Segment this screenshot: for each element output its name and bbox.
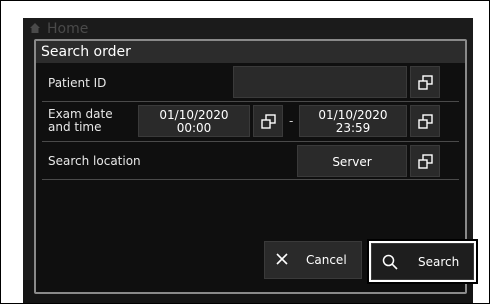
dialog-title: Search order [36, 41, 465, 63]
search-location-field[interactable]: Server [297, 145, 407, 177]
patient-id-row: Patient ID [42, 65, 459, 102]
patient-id-picker-button[interactable] [410, 66, 440, 98]
figure-frame: Home lever Search order Patient ID [0, 0, 490, 304]
patient-id-label: Patient ID [48, 76, 107, 90]
date-range-separator: - [289, 114, 294, 128]
search-location-row: Search location Server [42, 143, 459, 180]
home-label: Home [47, 21, 89, 37]
exam-date-to-time: 23:59 [335, 121, 371, 135]
exam-date-label-line2: and time [48, 120, 102, 134]
exam-date-from-field[interactable]: 01/10/2020 00:00 [138, 105, 250, 137]
search-location-picker-button[interactable] [410, 145, 440, 177]
cancel-button-label: Cancel [306, 253, 347, 267]
search-button-label: Search [418, 255, 460, 269]
background-header: Home [23, 18, 473, 40]
exam-date-to-picker-button[interactable] [410, 105, 440, 137]
exam-date-row: Exam date and time 01/10/2020 00:00 - 01… [42, 103, 459, 142]
exam-date-to-field[interactable]: 01/10/2020 23:59 [299, 105, 407, 137]
exam-date-from-time: 00:00 [176, 121, 212, 135]
window-popup-icon [417, 153, 433, 169]
close-icon [276, 253, 288, 265]
window-popup-icon [417, 113, 433, 129]
exam-date-from-picker-button[interactable] [253, 105, 283, 137]
window-popup-icon [417, 74, 433, 90]
magnifier-icon [382, 254, 398, 270]
exam-date-label: Exam date and time [48, 108, 113, 134]
search-location-label: Search location [48, 154, 141, 168]
home-icon [30, 23, 40, 33]
search-button[interactable]: Search [371, 243, 474, 280]
cancel-button[interactable]: Cancel [264, 241, 362, 279]
patient-id-field[interactable] [233, 66, 407, 98]
window-popup-icon [260, 113, 276, 129]
